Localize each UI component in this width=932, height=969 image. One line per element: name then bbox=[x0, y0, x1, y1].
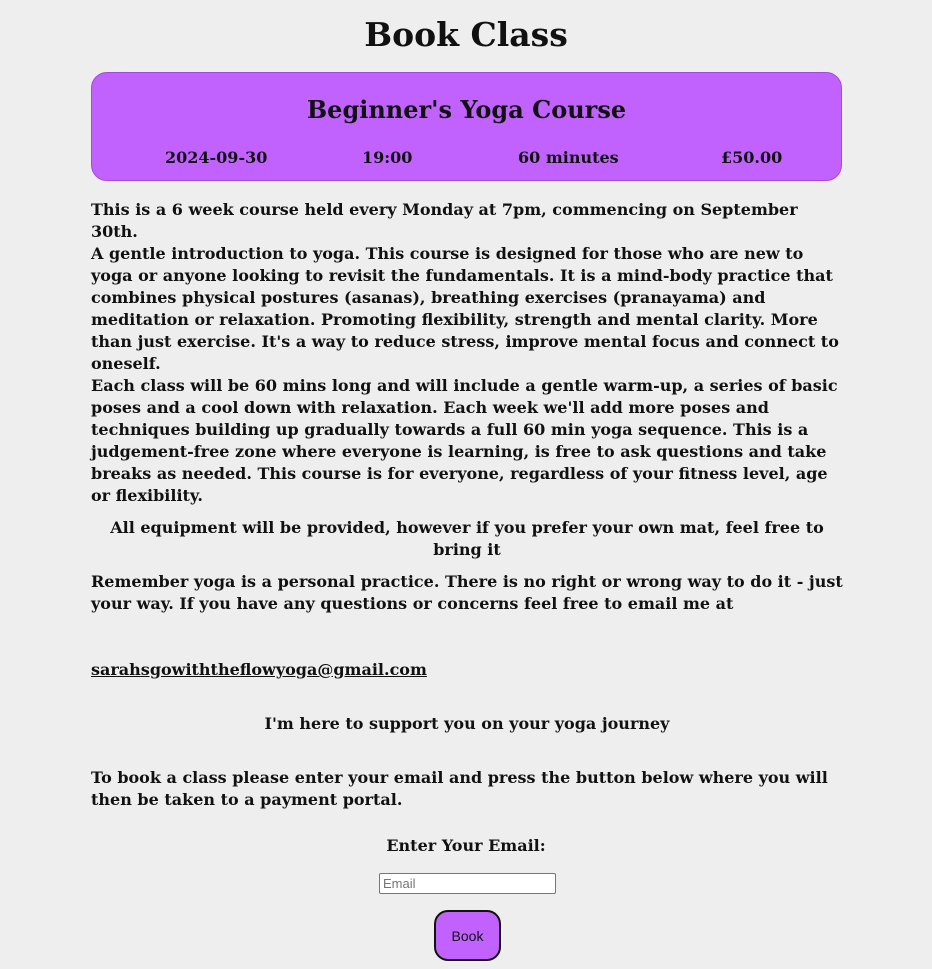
class-card: Beginner's Yoga Course 2024-09-30 19:00 … bbox=[91, 72, 842, 181]
equipment-text: All equipment will be provided, however … bbox=[110, 518, 824, 559]
support-text: I'm here to support you on your yoga jou… bbox=[264, 714, 670, 733]
email-label: Enter Your Email: bbox=[386, 836, 546, 855]
practice-text: Remember yoga is a personal practice. Th… bbox=[91, 572, 843, 613]
intro-text: A gentle introduction to yoga. This cour… bbox=[91, 244, 839, 373]
book-class-page: Book Class Beginner's Yoga Course 2024-0… bbox=[0, 0, 932, 969]
contact-email-link[interactable]: sarahsgowiththeflowyoga@gmail.com bbox=[91, 659, 427, 681]
class-meta: 2024-09-30 19:00 60 minutes £50.00 bbox=[92, 147, 841, 169]
class-time: 19:00 bbox=[362, 148, 413, 167]
class-details-text: Each class will be 60 mins long and will… bbox=[91, 376, 838, 505]
page-title: Book Class bbox=[364, 15, 568, 54]
class-price: £50.00 bbox=[721, 148, 783, 167]
email-input[interactable] bbox=[379, 873, 556, 894]
book-button[interactable]: Book bbox=[434, 910, 501, 961]
class-title: Beginner's Yoga Course bbox=[306, 95, 627, 124]
booking-instructions-text: To book a class please enter your email … bbox=[91, 768, 828, 809]
class-date: 2024-09-30 bbox=[165, 148, 268, 167]
schedule-text: This is a 6 week course held every Monda… bbox=[91, 200, 798, 241]
class-duration: 60 minutes bbox=[518, 148, 619, 167]
